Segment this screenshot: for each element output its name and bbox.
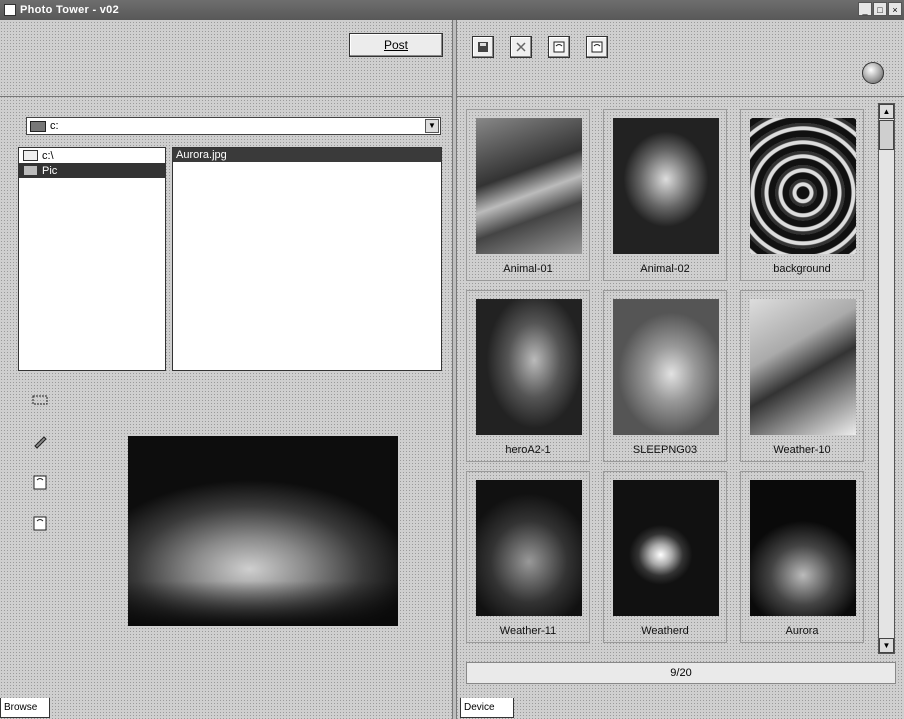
thumbnail-item[interactable]: Aurora [740,471,864,643]
post-button[interactable]: Post [349,33,443,57]
thumbnail-image [750,118,856,254]
chevron-down-icon[interactable]: ▼ [425,119,439,133]
thumbnail-label: Aurora [785,625,819,637]
save-button[interactable] [472,36,494,58]
maximize-button[interactable]: □ [873,2,887,16]
save-icon [478,42,488,52]
rotate-right-button[interactable] [586,36,608,58]
thumbnail-label: Weather-11 [499,625,557,637]
minimize-button[interactable]: _ [858,2,872,16]
thumbnail-item[interactable]: Weatherd [603,471,727,643]
folder-item[interactable]: c:\ [19,148,165,163]
left-toolbar [0,20,452,97]
file-item-label: Aurora.jpg [176,149,227,161]
folder-open-icon [23,165,38,176]
thumbnail-item[interactable]: Weather-11 [466,471,590,643]
thumbnail-label: Weatherd [641,625,689,637]
rotate-right-icon[interactable] [32,515,48,531]
file-list[interactable]: Aurora.jpg [172,147,442,371]
rotate-left-icon [553,41,565,53]
tab-browse[interactable]: Browse [0,698,50,718]
file-item[interactable]: Aurora.jpg [173,148,441,162]
thumbnail-label: Animal-01 [503,263,553,275]
rotate-right-icon [591,41,603,53]
thumbnail-item[interactable]: heroA2-1 [466,290,590,462]
thumbnail-image [750,480,856,616]
thumbnail-label: Animal-02 [640,263,690,275]
drive-icon [30,120,46,132]
thumbnail-label: SLEEPNG03 [632,444,698,456]
rotate-left-button[interactable] [548,36,570,58]
preview-tools [32,392,52,556]
scroll-up-icon[interactable]: ▲ [879,104,894,119]
thumbnail-item[interactable]: Animal-01 [466,109,590,281]
folder-item-label: Pic [42,164,58,177]
thumbnail-label: heroA2-1 [505,444,551,456]
thumbnail-image [613,480,719,616]
thumbnail-item[interactable]: Weather-10 [740,290,864,462]
thumbnail-image [476,299,582,435]
thumbnail-item[interactable]: background [740,109,864,281]
thumbnail-image [750,299,856,435]
globe-icon[interactable] [862,62,884,84]
pencil-icon[interactable] [32,433,48,449]
tab-device[interactable]: Device [460,698,514,718]
folder-item-label: c:\ [42,149,54,162]
thumbnail-item[interactable]: Animal-02 [603,109,727,281]
folder-icon [23,150,38,161]
rotate-left-icon[interactable] [32,474,48,490]
window-title: Photo Tower - v02 [20,4,120,16]
pane-splitter[interactable] [452,20,457,719]
crop-select-icon[interactable] [32,392,48,408]
scroll-down-icon[interactable]: ▼ [879,638,894,653]
app-icon [4,4,16,16]
page-counter: 9/20 [466,662,896,684]
scrollbar-thumb[interactable] [879,120,894,150]
thumbnail-grid: Animal-01 Animal-02 background heroA2-1 … [462,103,876,648]
thumbnail-image [613,118,719,254]
preview-image [128,436,398,626]
thumbnail-image [476,118,582,254]
thumbnail-label: Weather-10 [773,444,831,456]
delete-icon [516,42,526,52]
thumbnail-image [476,480,582,616]
drive-select-value: c: [50,120,59,132]
close-button[interactable]: × [888,2,902,16]
folder-item-selected[interactable]: Pic [19,163,165,178]
delete-button[interactable] [510,36,532,58]
thumbnail-scrollbar[interactable]: ▲ ▼ [878,103,895,654]
title-bar: Photo Tower - v02 _ □ × [0,0,904,20]
thumbnail-label: background [773,263,831,275]
drive-select[interactable]: c: ▼ [26,117,441,135]
thumbnail-item[interactable]: SLEEPNG03 [603,290,727,462]
thumbnail-image [613,299,719,435]
folder-tree[interactable]: c:\ Pic [18,147,166,371]
